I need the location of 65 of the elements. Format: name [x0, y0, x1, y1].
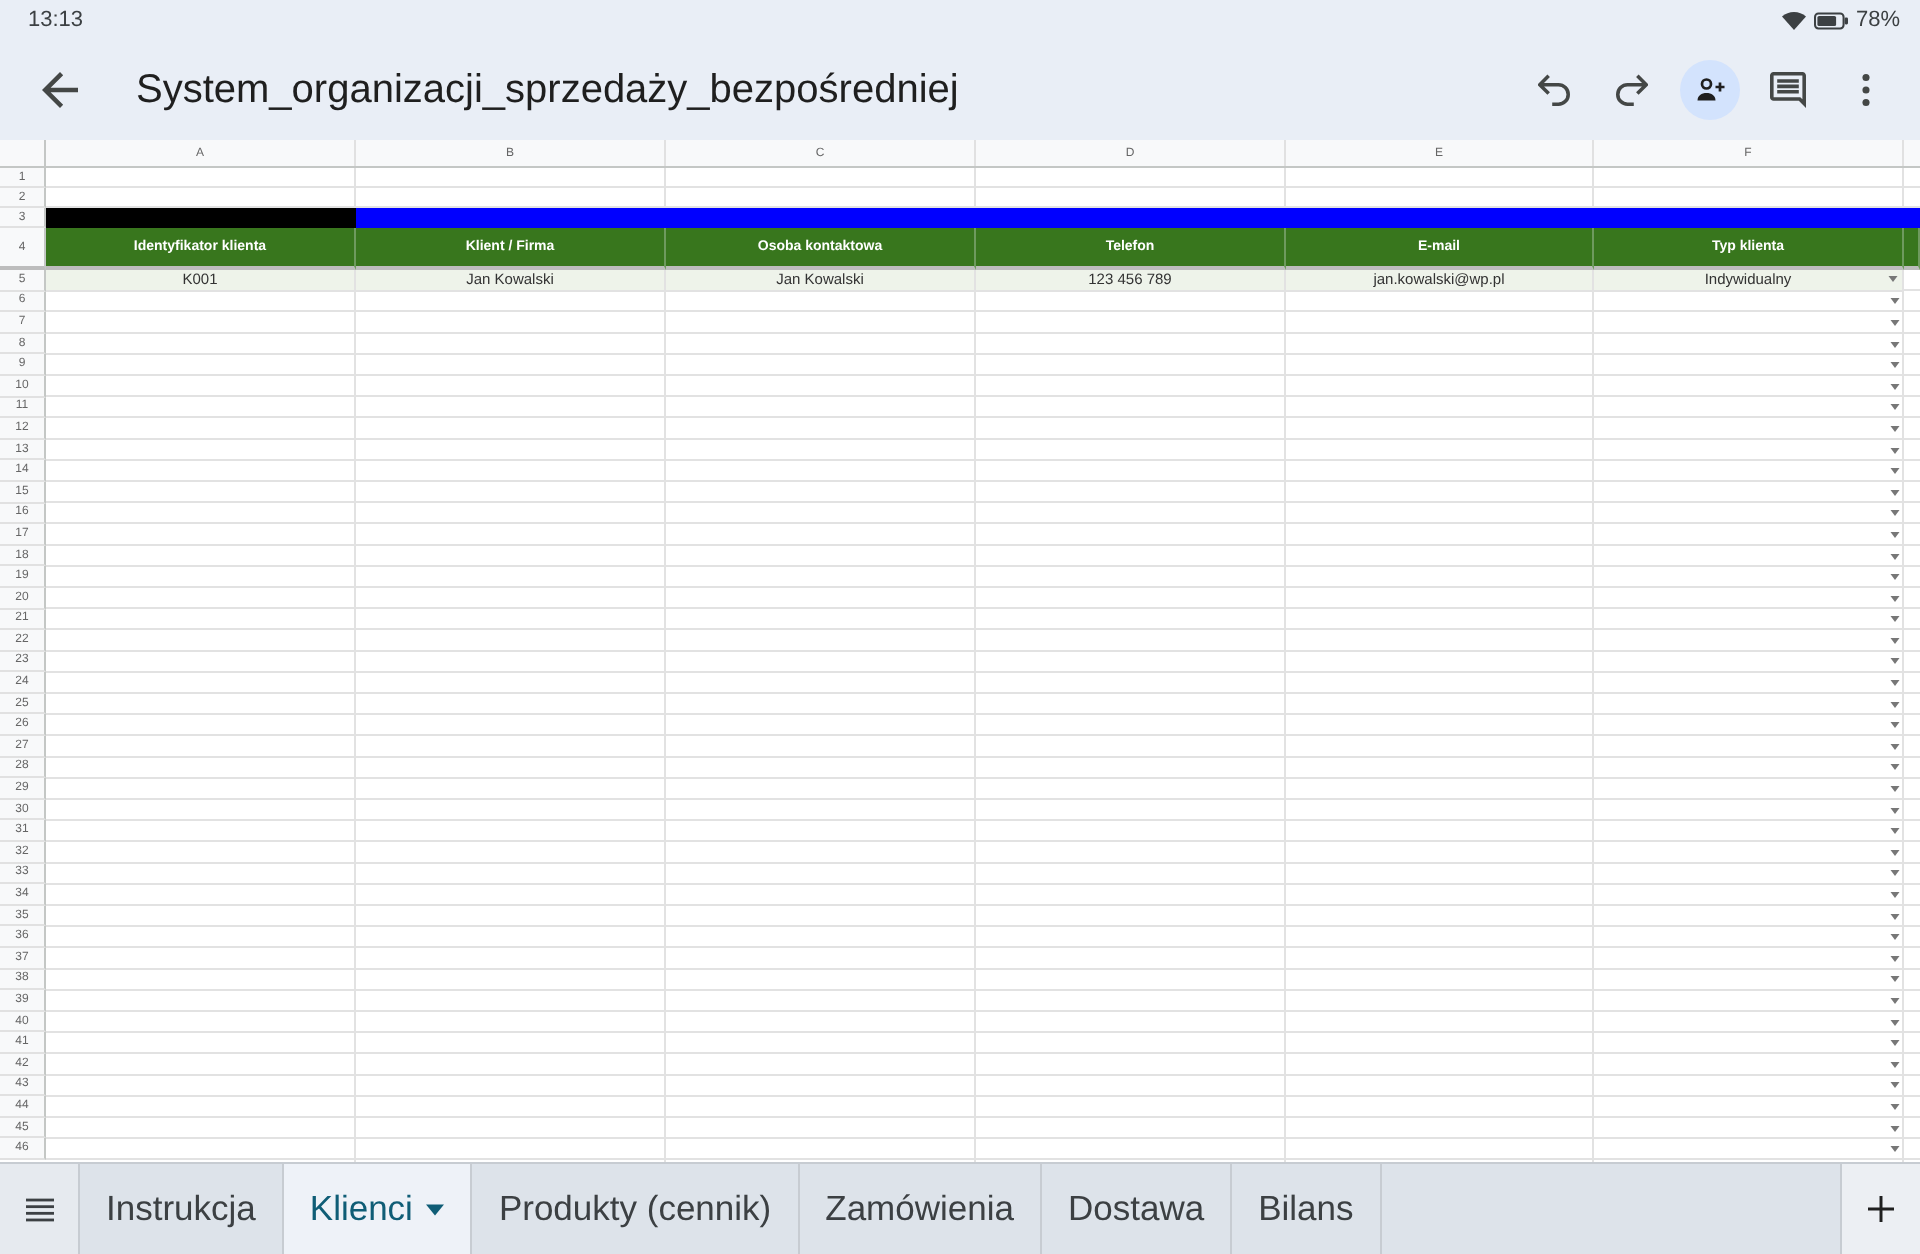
document-title: System_organizacji_sprzedaży_bezpośredniej [136, 67, 961, 113]
dropdown-arrow-icon[interactable] [1889, 976, 1899, 983]
undo-icon [1538, 74, 1570, 106]
dropdown-arrow-icon[interactable] [1889, 786, 1899, 793]
comment-icon [1770, 72, 1806, 108]
dropdown-arrow-icon[interactable] [1889, 468, 1899, 475]
dropdown-arrow-icon[interactable] [1889, 383, 1899, 390]
battery-icon [1813, 11, 1848, 29]
dropdown-arrow-icon[interactable] [1889, 658, 1899, 665]
person-add-icon [1695, 78, 1725, 102]
dropdown-arrow-icon[interactable] [1889, 934, 1899, 941]
caret-icon [426, 1203, 445, 1215]
dropdown-arrow-icon[interactable] [1889, 531, 1899, 538]
battery-percent: 78% [1855, 8, 1900, 32]
dropdown-arrow-icon[interactable] [1889, 319, 1899, 326]
dropdown-arrow-icon[interactable] [1889, 1125, 1899, 1132]
dropdown-arrow-icon[interactable] [1889, 743, 1899, 750]
header-fill [1904, 228, 1920, 270]
dropdown-arrow-icon[interactable] [1889, 574, 1899, 581]
dropdown-arrow-icon[interactable] [1889, 637, 1899, 644]
back-arrow-icon [42, 72, 78, 108]
dropdown-arrow-icon[interactable] [1889, 680, 1899, 687]
dropdown-arrow-icon[interactable] [1889, 362, 1899, 369]
dropdown-arrow-icon[interactable] [1889, 447, 1899, 454]
share-button[interactable] [1680, 60, 1740, 120]
sheet-list-button[interactable] [0, 1164, 80, 1254]
dropdown-arrow-icon[interactable] [1887, 276, 1897, 283]
dropdown-arrow-icon[interactable] [1889, 997, 1899, 1004]
dropdown-arrow-icon[interactable] [1889, 1146, 1899, 1153]
dropdown-arrow-icon[interactable] [1889, 955, 1899, 962]
dropdown-arrow-icon[interactable] [1889, 616, 1899, 623]
dropdown-arrow-icon[interactable] [1889, 1103, 1899, 1110]
dropdown-arrow-icon[interactable] [1889, 1082, 1899, 1089]
dropdown-arrow-icon[interactable] [1889, 892, 1899, 899]
dropdown-arrow-icon[interactable] [1889, 404, 1899, 411]
sheet-tab[interactable]: Produkty (cennik) [472, 1164, 800, 1254]
dropdown-arrow-icon[interactable] [1889, 595, 1899, 602]
dropdown-arrow-icon[interactable] [1889, 870, 1899, 877]
status-time: 13:13 [28, 8, 84, 32]
more-vertical-icon [1862, 74, 1870, 106]
dropdown-arrow-icon[interactable] [1889, 722, 1899, 729]
dropdown-arrow-icon[interactable] [1889, 913, 1899, 920]
menu-icon [25, 1197, 53, 1221]
dropdown-arrow-icon[interactable] [1889, 489, 1899, 496]
dropdown-arrow-icon[interactable] [1889, 764, 1899, 771]
dropdown-arrow-icon[interactable] [1889, 341, 1899, 348]
dropdown-arrow-icon[interactable] [1889, 425, 1899, 432]
sheet-tab[interactable]: Zamówienia [799, 1164, 1042, 1254]
dropdown-arrow-icon[interactable] [1889, 1040, 1899, 1047]
redo-icon [1616, 74, 1648, 106]
plus-icon [1868, 1196, 1894, 1222]
dropdown-arrow-icon[interactable] [1889, 553, 1899, 560]
dropdown-arrow-icon[interactable] [1889, 849, 1899, 856]
sheet-tab[interactable]: Klienci [283, 1164, 473, 1254]
sheet-tab[interactable]: Bilans [1232, 1164, 1382, 1254]
dropdown-arrow-icon[interactable] [1889, 828, 1899, 835]
dropdown-arrow-icon[interactable] [1889, 1061, 1899, 1068]
add-sheet-button[interactable] [1840, 1164, 1920, 1254]
dropdown-arrow-icon[interactable] [1889, 298, 1899, 305]
wifi-icon [1781, 11, 1806, 29]
sheet-tab[interactable]: Dostawa [1041, 1164, 1233, 1254]
dropdown-arrow-icon[interactable] [1889, 1019, 1899, 1026]
dropdown-arrow-icon[interactable] [1889, 510, 1899, 517]
dropdown-arrow-icon[interactable] [1889, 701, 1899, 708]
dropdown-arrow-icon[interactable] [1889, 807, 1899, 814]
